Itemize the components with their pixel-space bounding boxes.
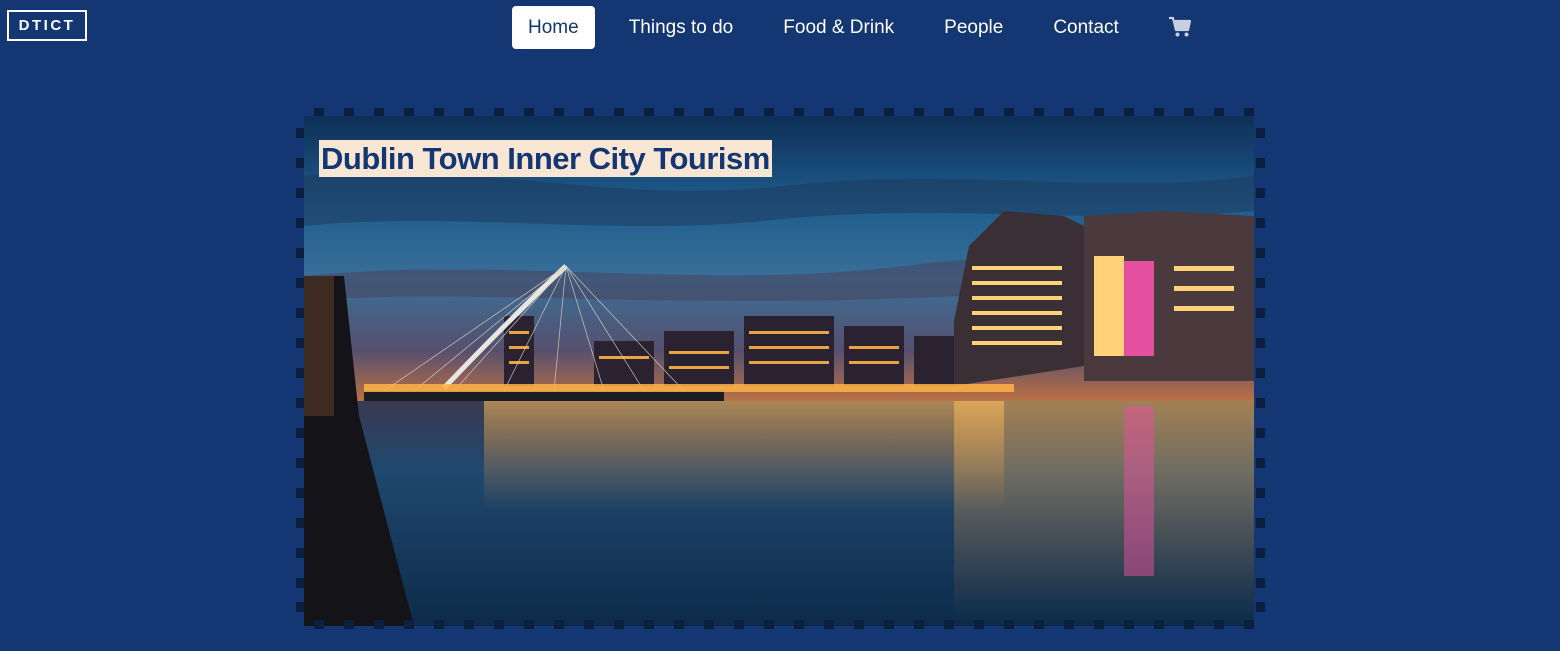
hero-banner	[296, 108, 1266, 630]
main-nav: Home Things to do Food & Drink People Co…	[512, 5, 1193, 49]
hero-image	[304, 116, 1254, 626]
nav-item-contact[interactable]: Contact	[1037, 6, 1134, 49]
hero-title: Dublin Town Inner City Tourism	[319, 140, 772, 177]
shopping-cart-icon[interactable]	[1167, 14, 1193, 40]
nav-item-things-to-do[interactable]: Things to do	[613, 6, 750, 49]
nav-item-people[interactable]: People	[928, 6, 1019, 49]
site-logo[interactable]: DTICT	[7, 10, 87, 41]
logo-text: DTICT	[18, 17, 76, 34]
nav-item-home[interactable]: Home	[512, 5, 595, 49]
nav-item-food-and-drink[interactable]: Food & Drink	[767, 6, 910, 49]
page: DTICT Home Things to do Food & Drink Peo…	[0, 0, 1560, 651]
